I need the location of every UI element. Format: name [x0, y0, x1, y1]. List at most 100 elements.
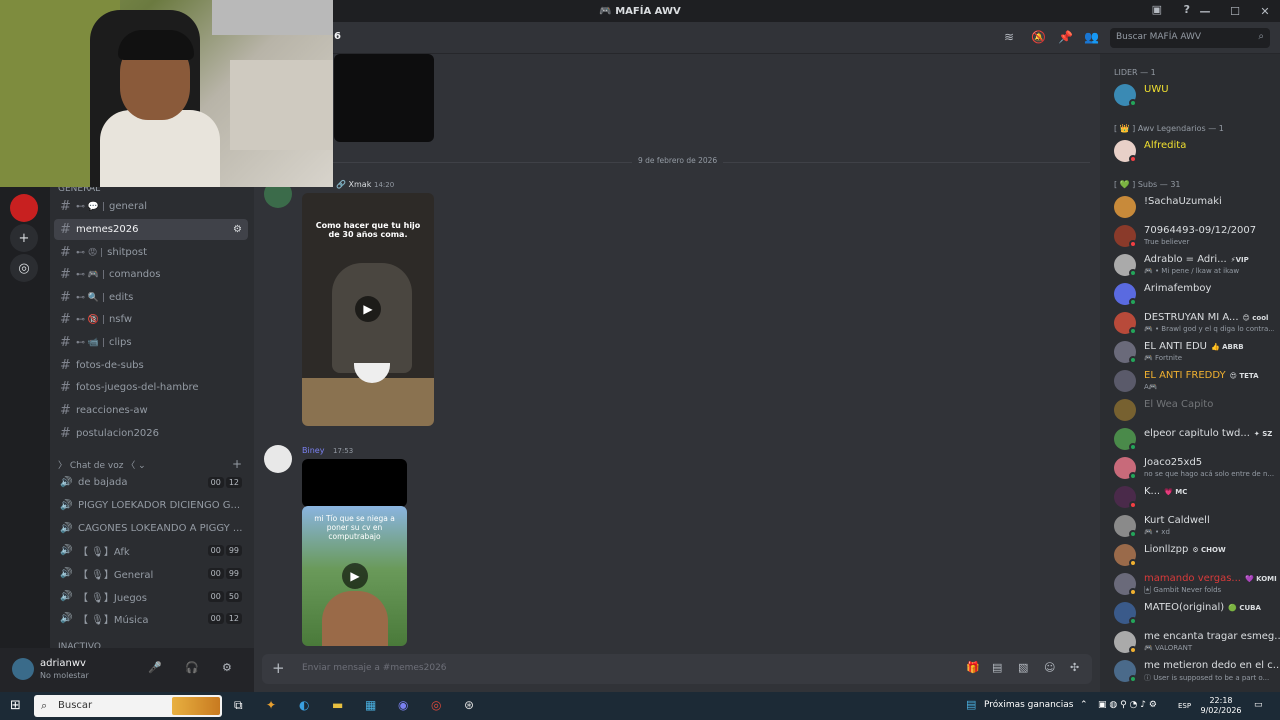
channel-settings-icon[interactable]: ⚙ — [233, 224, 242, 235]
voice-channel[interactable]: 🔊 【 🎙】Juegos 00 50 — [54, 586, 248, 607]
chrome-icon[interactable]: ◎ — [431, 698, 441, 712]
hash-icon: # — [60, 358, 71, 373]
voice-channel[interactable]: 🔊 PIGGY LOEKADOR DICIENGO G... — [54, 495, 248, 516]
previous-media[interactable] — [334, 54, 434, 142]
windows-start-icon[interactable]: ⊞ — [10, 698, 21, 713]
video-attachment[interactable]: Como hacer que tu hijo de 30 años coma. … — [302, 193, 434, 426]
attach-icon[interactable]: + — [272, 659, 285, 677]
server-icon[interactable] — [10, 194, 38, 222]
tray-chevron-icon[interactable]: ⌃ — [1080, 700, 1088, 710]
channel-fotos-de-subs[interactable]: # fotos-de-subs — [54, 355, 248, 376]
edge-icon[interactable]: ◐ — [299, 698, 309, 712]
member-item[interactable]: Alfredita — [1114, 137, 1276, 165]
voice-channel[interactable]: 🔊 【 🎙】Afk 00 99 — [54, 540, 248, 561]
hash-icon: # — [60, 380, 71, 395]
file-explorer-icon[interactable]: ▬ — [332, 698, 343, 712]
channel-edits[interactable]: # ⊷ 🔍 | edits — [54, 287, 248, 308]
message-time: 14:20 — [374, 181, 395, 189]
task-view-icon[interactable]: ⧉ — [234, 698, 243, 713]
obs-icon[interactable]: ⊛ — [464, 698, 474, 712]
notifications-icon[interactable]: ▭ — [1254, 700, 1263, 710]
play-icon[interactable]: ▶ — [342, 563, 368, 589]
clock[interactable]: 22:18 9/02/2026 — [1196, 696, 1246, 716]
member-item[interactable]: Arimafemboy — [1114, 280, 1276, 308]
channel-clips[interactable]: # ⊷ 📹 | clips — [54, 332, 248, 353]
member-item[interactable]: me encanta tragar esmeg... 🎮 VALORANT — [1114, 628, 1280, 656]
gift-icon[interactable]: 🎁 — [966, 661, 980, 674]
emoji-icon[interactable]: ☺ — [1044, 661, 1055, 674]
member-item[interactable]: me metieron dedo en el c... ⓘ User is sup… — [1114, 657, 1280, 685]
channel-fotos-juegos[interactable]: # fotos-juegos-del-hambre — [54, 377, 248, 398]
member-item[interactable]: 70964493-09/12/2007 True believer — [1114, 222, 1276, 250]
microphone-icon[interactable]: 🎤 — [148, 661, 162, 674]
member-item[interactable]: DESTRUYAN MI A... 😊 cool 🎮 • Brawl god y e… — [1114, 309, 1276, 337]
members-icon[interactable]: 👥 — [1084, 30, 1099, 44]
add-server-icon[interactable]: + — [10, 224, 38, 252]
avatar[interactable] — [12, 658, 34, 680]
message-composer[interactable]: + Enviar mensaje a #memes2026 🎁 ▤ ▧ ☺ ✣ — [262, 654, 1092, 684]
speaker-icon: 🔊 — [60, 523, 73, 534]
add-channel-icon[interactable]: + — [232, 457, 242, 471]
settings-icon[interactable]: ⚙ — [222, 661, 232, 674]
member-item[interactable]: Kurt Caldwell 🎮 • xd — [1114, 512, 1276, 540]
channel-postulacion[interactable]: # postulacion2026 — [54, 423, 248, 444]
gif-icon[interactable]: ▤ — [992, 661, 1002, 674]
notifications-icon[interactable]: 🔕 — [1031, 30, 1046, 44]
message-avatar[interactable] — [264, 445, 292, 473]
discord-icon[interactable]: ◉ — [398, 698, 408, 712]
member-item[interactable]: EL ANTI EDU 👍 ABRB 🎮 Fortnite — [1114, 338, 1276, 366]
channel-header: 6 ≋ 🔕 📌 👥 Buscar MAFÍA AWV ⌕ — [254, 22, 1280, 54]
member-item[interactable]: Lionllzpp ⚙ CHOW — [1114, 541, 1276, 569]
voice-channel[interactable]: 🔊 de bajada 00 12 — [54, 472, 248, 493]
tray-icons[interactable]: ▣ ◍ ⚲ ◔ ♪ ⚙ — [1098, 700, 1157, 710]
member-item[interactable]: MATEO(original) 🟢 CUBA — [1114, 599, 1276, 627]
inbox-icon[interactable]: ▣ — [1152, 3, 1162, 16]
member-item[interactable]: EL ANTI FREDDY 😍 TETA A🎮 — [1114, 367, 1276, 395]
copilot-icon[interactable]: ✦ — [266, 698, 276, 712]
member-item[interactable]: !SachaUzumaki — [1114, 193, 1276, 221]
search-input[interactable]: Buscar MAFÍA AWV ⌕ — [1110, 28, 1270, 48]
voice-channel[interactable]: 🔊 【 🎙】Música 00 12 — [54, 608, 248, 629]
video-attachment[interactable]: mi Tío que se niega a poner su cv en com… — [302, 506, 407, 646]
member-category: [ 💚 ] Subs — 31 — [1114, 180, 1181, 189]
channel-comandos[interactable]: # ⊷ 🎮 | comandos — [54, 264, 248, 285]
pin-icon[interactable]: 📌 — [1058, 30, 1073, 44]
discover-icon[interactable]: ◎ — [10, 254, 38, 282]
sticker-icon[interactable]: ▧ — [1018, 661, 1028, 674]
threads-icon[interactable]: ≋ — [1004, 30, 1014, 44]
widget-icon[interactable]: ▤ — [966, 698, 976, 711]
close-icon[interactable]: ✕ — [1250, 5, 1280, 18]
message-author[interactable]: Biney — [302, 446, 324, 455]
store-icon[interactable]: ▦ — [365, 698, 376, 712]
member-item[interactable]: Joaco25xd5 no se que hago acá solo entre … — [1114, 454, 1276, 482]
member-item[interactable]: mamando vergas... 💜 KOMI 🃏 Gambit Never fo… — [1114, 570, 1277, 598]
maximize-icon[interactable]: ☐ — [1220, 5, 1250, 18]
voice-channel[interactable]: 🔊 【 🎙】General 00 99 — [54, 563, 248, 584]
apps-icon[interactable]: ✣ — [1070, 661, 1079, 674]
video-caption: Como hacer que tu hijo de 30 años coma. — [315, 221, 421, 239]
play-icon[interactable]: ▶ — [355, 296, 381, 322]
video-attachment-top[interactable] — [302, 459, 407, 507]
channel-general[interactable]: # ⊷ 💬 | general — [54, 196, 248, 217]
language-indicator[interactable]: ESP — [1178, 702, 1191, 710]
message-input[interactable]: Enviar mensaje a #memes2026 — [302, 663, 447, 673]
widget-text[interactable]: Próximas ganancias — [984, 700, 1073, 710]
member-item[interactable]: elpeor capitulo twd... ✦ SZ — [1114, 425, 1276, 453]
member-category: [ 👑 ] Awv Legendarios — 1 — [1114, 124, 1224, 133]
channel-shitpost[interactable]: # ⊷ 😡 | shitpost — [54, 242, 248, 263]
message-author[interactable]: 🔗 Xmak — [336, 180, 371, 189]
member-item[interactable]: Adrablo = Adri... ⚡VIP 🎮 • Mi pene / lkaw … — [1114, 251, 1276, 279]
user-panel: adrianwv No molestar 🎤 🎧 ⚙ — [0, 648, 254, 692]
category-voice[interactable]: 〉 Chat de voz 〈 ⌄ + — [58, 457, 242, 471]
voice-channel[interactable]: 🔊 CAGONES LOKEANDO A PIGGY ... — [54, 518, 248, 539]
member-item[interactable]: K... 💗 MC — [1114, 483, 1276, 511]
channel-memes2026[interactable]: # memes2026 ⚙ — [54, 219, 248, 240]
taskbar-search[interactable]: ⌕ Buscar — [34, 695, 222, 717]
member-item[interactable]: UWU — [1114, 81, 1276, 109]
headphones-icon[interactable]: 🎧 — [185, 661, 199, 674]
channel-nsfw[interactable]: # ⊷ 🔞 | nsfw — [54, 309, 248, 330]
member-item[interactable]: El Wea Capito — [1114, 396, 1276, 424]
minimize-icon[interactable]: — — [1190, 5, 1220, 18]
channel-reacciones[interactable]: # reacciones-aw — [54, 400, 248, 421]
window-title: 🎮 MAFÍA AWV — [599, 5, 681, 17]
